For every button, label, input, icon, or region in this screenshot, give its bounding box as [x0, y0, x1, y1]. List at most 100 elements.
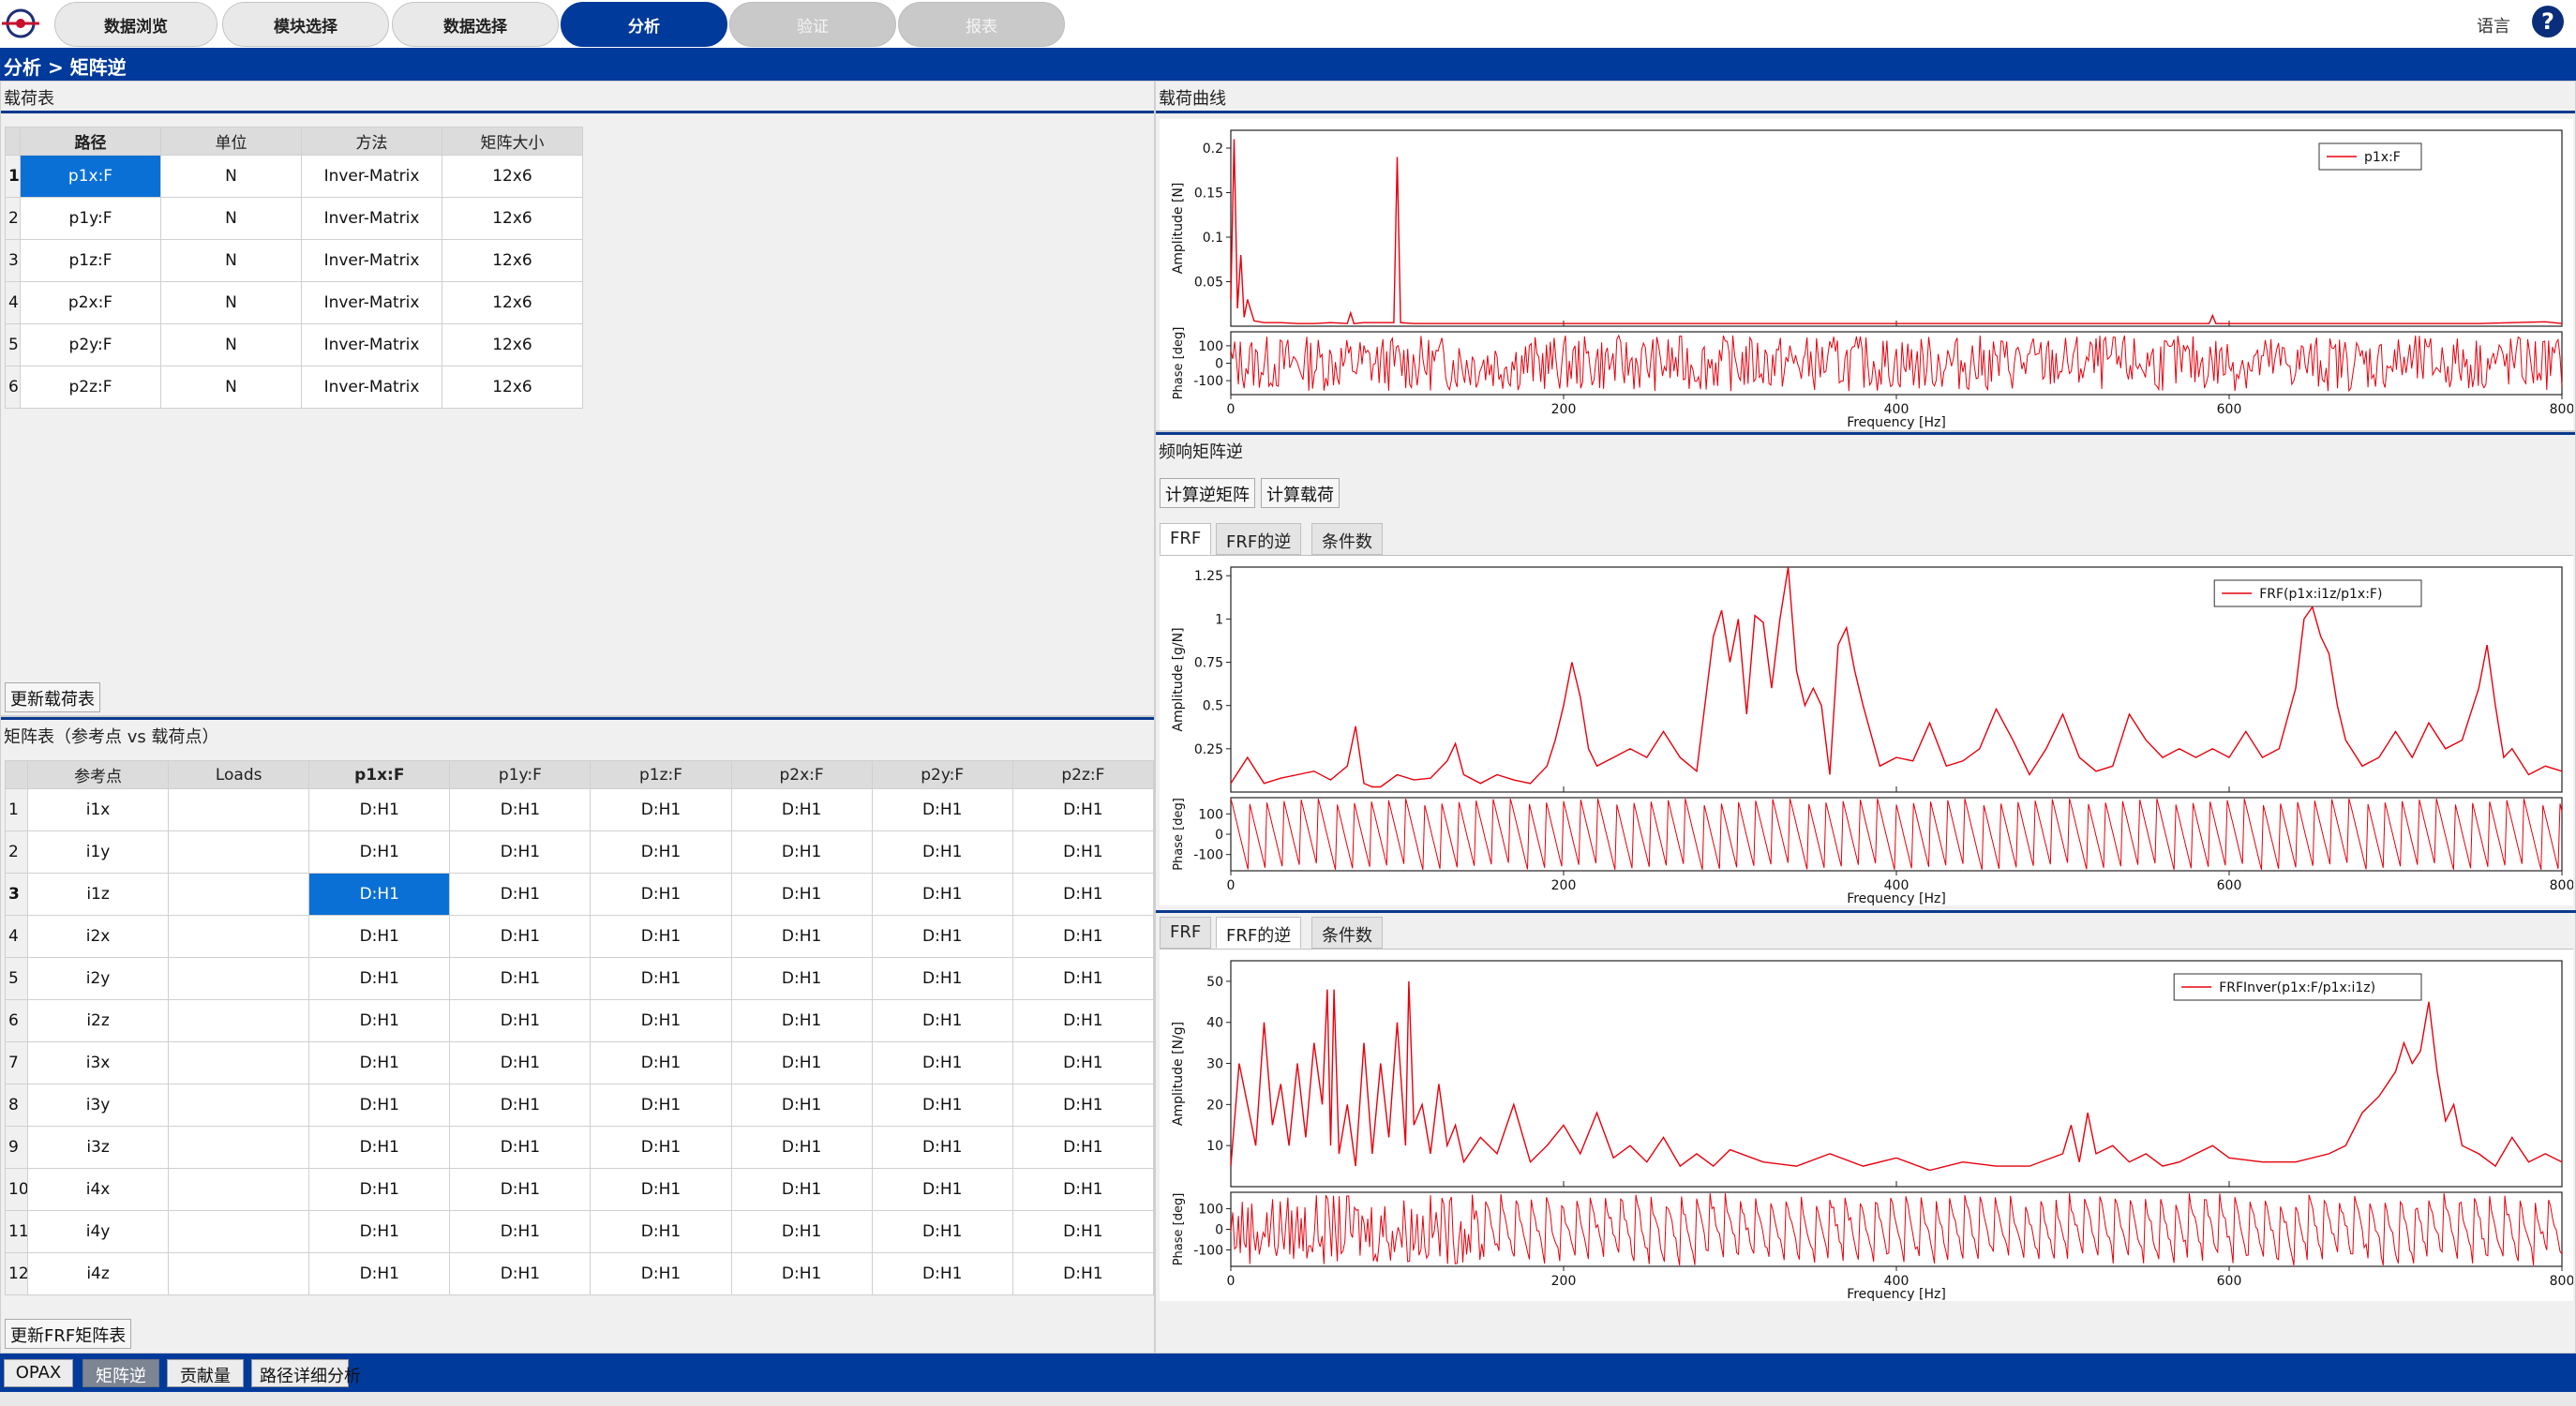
matrix-cell[interactable]: D:H1 [1011, 1041, 1155, 1084]
cell-reference-point[interactable]: i3y [27, 1084, 170, 1127]
cell-method[interactable]: Inver-Matrix [301, 155, 442, 198]
matrix-cell[interactable]: D:H1 [1011, 873, 1155, 916]
matrix-cell[interactable]: D:H1 [449, 1084, 592, 1127]
cell-unit[interactable]: N [160, 239, 302, 282]
row-number[interactable]: 8 [4, 1084, 29, 1127]
row-number[interactable]: 9 [4, 1126, 29, 1169]
table-row[interactable]: 6 p2z:F N Inver-Matrix 12x6 [5, 366, 583, 409]
table-row[interactable]: 5 p2y:F N Inver-Matrix 12x6 [5, 323, 583, 366]
tab-condition-number-bottom[interactable]: 条件数 [1311, 917, 1383, 949]
cell-loads[interactable] [168, 1168, 310, 1211]
matrix-cell[interactable]: D:H1 [449, 1168, 592, 1211]
cell-method[interactable]: Inver-Matrix [301, 197, 442, 240]
cell-loads[interactable] [168, 788, 310, 831]
matrix-cell[interactable]: D:H1 [308, 788, 451, 831]
matrix-cell[interactable]: D:H1 [730, 1168, 873, 1211]
matrix-cell[interactable]: D:H1 [1011, 830, 1155, 874]
matrix-cell[interactable]: D:H1 [590, 1084, 732, 1127]
matrix-cell[interactable]: D:H1 [308, 873, 451, 916]
row-number[interactable]: 1 [4, 788, 29, 831]
cell-path[interactable]: p2x:F [20, 281, 161, 324]
cell-path[interactable]: p2z:F [20, 366, 161, 409]
row-number[interactable]: 4 [4, 915, 29, 958]
matrix-cell[interactable]: D:H1 [871, 830, 1013, 874]
cell-reference-point[interactable]: i1y [27, 830, 170, 874]
frf-inverse-plot[interactable]: 50403020101000-1000 200 400 600 800Frequency… [1160, 950, 2573, 1302]
row-number[interactable]: 6 [5, 366, 21, 409]
cell-method[interactable]: Inver-Matrix [301, 323, 442, 366]
cell-loads[interactable] [168, 915, 310, 958]
cell-unit[interactable]: N [160, 366, 302, 409]
load-curve-plot[interactable]: 0.20.150.10.051000-1000 200 400 600 800Frequ… [1160, 119, 2573, 430]
nav-tab-data-select[interactable]: 数据选择 [392, 2, 559, 47]
matrix-cell[interactable]: D:H1 [1011, 999, 1155, 1042]
matrix-cell[interactable]: D:H1 [308, 1126, 451, 1169]
matrix-cell[interactable]: D:H1 [871, 1210, 1013, 1253]
table-row[interactable]: 6 i2z D:H1 D:H1 D:H1 D:H1 D:H1 D:H1 [4, 999, 1155, 1042]
matrix-cell[interactable]: D:H1 [871, 915, 1013, 958]
matrix-cell[interactable]: D:H1 [730, 1252, 873, 1295]
cell-loads[interactable] [168, 999, 310, 1042]
matrix-cell[interactable]: D:H1 [590, 1168, 732, 1211]
cell-unit[interactable]: N [160, 197, 302, 240]
language-selector[interactable]: 语言 [2477, 13, 2510, 37]
cell-loads[interactable] [168, 957, 310, 1000]
matrix-cell[interactable]: D:H1 [1011, 957, 1155, 1000]
nav-tab-analysis[interactable]: 分析 [561, 2, 727, 47]
matrix-cell[interactable]: D:H1 [1011, 788, 1155, 831]
matrix-cell[interactable]: D:H1 [590, 1252, 732, 1295]
tab-condition-number[interactable]: 条件数 [1311, 523, 1383, 555]
matrix-cell[interactable]: D:H1 [449, 915, 592, 958]
compute-load-button[interactable]: 计算载荷 [1261, 478, 1340, 508]
cell-reference-point[interactable]: i2z [27, 999, 170, 1042]
matrix-cell[interactable]: D:H1 [308, 1084, 451, 1127]
matrix-cell[interactable]: D:H1 [308, 915, 451, 958]
cell-unit[interactable]: N [160, 323, 302, 366]
cell-reference-point[interactable]: i2x [27, 915, 170, 958]
cell-method[interactable]: Inver-Matrix [301, 239, 442, 282]
matrix-cell[interactable]: D:H1 [590, 873, 732, 916]
cell-reference-point[interactable]: i4y [27, 1210, 170, 1253]
cell-path[interactable]: p1z:F [20, 239, 161, 282]
table-row[interactable]: 10 i4x D:H1 D:H1 D:H1 D:H1 D:H1 D:H1 [4, 1168, 1155, 1211]
cell-loads[interactable] [168, 1252, 310, 1295]
tab-frf[interactable]: FRF [1160, 523, 1212, 555]
column-header-path[interactable]: 路径 [20, 127, 161, 156]
matrix-cell[interactable]: D:H1 [871, 957, 1013, 1000]
cell-loads[interactable] [168, 1126, 310, 1169]
cell-unit[interactable]: N [160, 155, 302, 198]
bottom-tab-matrix-inverse[interactable]: 矩阵逆 [82, 1359, 159, 1387]
matrix-cell[interactable]: D:H1 [1011, 1252, 1155, 1295]
load-curve-chart[interactable]: 0.2 0.15 0.1 0.05 100 0 -100 0 200 400 600 800 Frequ… [1160, 119, 2573, 430]
matrix-cell[interactable]: D:H1 [590, 788, 732, 831]
row-number[interactable]: 5 [5, 323, 21, 366]
row-number[interactable]: 4 [5, 281, 21, 324]
matrix-cell[interactable]: D:H1 [730, 957, 873, 1000]
cell-size[interactable]: 12x6 [442, 323, 583, 366]
matrix-cell[interactable]: D:H1 [730, 873, 873, 916]
matrix-cell[interactable]: D:H1 [730, 1041, 873, 1084]
column-header-method[interactable]: 方法 [301, 127, 442, 156]
column-header-matrix-size[interactable]: 矩阵大小 [442, 127, 583, 156]
matrix-cell[interactable]: D:H1 [590, 1126, 732, 1169]
matrix-cell[interactable]: D:H1 [449, 957, 592, 1000]
row-number[interactable]: 12 [4, 1252, 29, 1295]
matrix-cell[interactable]: D:H1 [871, 1041, 1013, 1084]
cell-reference-point[interactable]: i3x [27, 1041, 170, 1084]
row-number[interactable]: 11 [4, 1210, 29, 1253]
table-row[interactable]: 4 p2x:F N Inver-Matrix 12x6 [5, 281, 583, 324]
help-icon[interactable]: ? [2532, 6, 2564, 37]
cell-loads[interactable] [168, 830, 310, 874]
row-number[interactable]: 1 [5, 155, 21, 198]
matrix-cell[interactable]: D:H1 [871, 873, 1013, 916]
frf-chart[interactable]: 1.25 1 0.75 0.5 0.25 100 0 -100 0 200 400 600 800 Fre… [1160, 555, 2573, 906]
compute-inverse-matrix-button[interactable]: 计算逆矩阵 [1160, 478, 1255, 508]
cell-unit[interactable]: N [160, 281, 302, 324]
cell-reference-point[interactable]: i1x [27, 788, 170, 831]
matrix-cell[interactable]: D:H1 [308, 1252, 451, 1295]
row-number[interactable]: 7 [4, 1041, 29, 1084]
matrix-cell[interactable]: D:H1 [308, 830, 451, 874]
bottom-tab-contribution[interactable]: 贡献量 [167, 1359, 244, 1387]
matrix-cell[interactable]: D:H1 [1011, 1168, 1155, 1211]
nav-tab-module-select[interactable]: 模块选择 [222, 2, 389, 47]
